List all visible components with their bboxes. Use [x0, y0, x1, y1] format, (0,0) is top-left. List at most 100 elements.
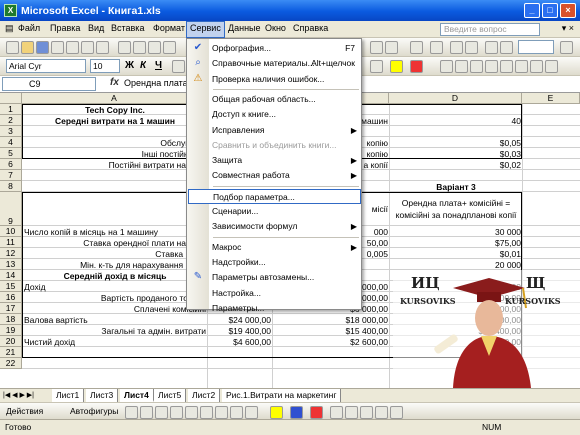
row-header-21[interactable]: 21: [0, 347, 22, 358]
tab-sheet2[interactable]: Лист2: [188, 389, 221, 402]
hyperlink-icon[interactable]: [410, 41, 423, 54]
col-header-a[interactable]: A: [22, 93, 207, 104]
menu-item-1[interactable]: Справочные материалы... Alt+щелчок: [209, 56, 361, 71]
menu-view[interactable]: Вид: [85, 23, 107, 33]
row-header-4[interactable]: 4: [0, 137, 22, 148]
arrow-style-icon[interactable]: [360, 406, 373, 419]
minimize-button[interactable]: _: [524, 3, 540, 18]
row-header-16[interactable]: 16: [0, 292, 22, 303]
menu-item-16[interactable]: Надстройки...: [209, 255, 361, 270]
cell-A6[interactable]: Постійні витрати на 1 ма: [24, 160, 206, 170]
fill-color-draw-icon[interactable]: [270, 406, 283, 419]
fx-icon[interactable]: fx: [110, 77, 119, 88]
italic-button[interactable]: К: [140, 61, 146, 71]
undo-icon[interactable]: [370, 41, 383, 54]
permission-icon[interactable]: [51, 41, 64, 54]
font-color-draw-icon[interactable]: [310, 406, 323, 419]
menu-insert[interactable]: Вставка: [108, 23, 147, 33]
row-header-10[interactable]: 10: [0, 226, 22, 237]
3d-icon[interactable]: [390, 406, 403, 419]
chart-icon[interactable]: [440, 60, 453, 73]
row-header-7[interactable]: 7: [0, 170, 22, 181]
col-header-e[interactable]: E: [522, 93, 580, 104]
menu-item-19[interactable]: Параметры...: [209, 301, 361, 316]
spellcheck-icon[interactable]: [96, 41, 109, 54]
new-icon[interactable]: [6, 41, 19, 54]
menu-data[interactable]: Данные: [225, 23, 264, 33]
tab-sheet5[interactable]: Лист5: [154, 389, 187, 402]
paste-icon[interactable]: [148, 41, 161, 54]
shadow-icon[interactable]: [375, 406, 388, 419]
wordart-icon[interactable]: [200, 406, 213, 419]
cell-D6[interactable]: $0,02: [391, 160, 521, 170]
actions-menu[interactable]: Действия: [6, 406, 43, 416]
open-icon[interactable]: [21, 41, 34, 54]
row-header-3[interactable]: 3: [0, 126, 22, 137]
maximize-button[interactable]: □: [542, 3, 558, 18]
menu-item-12[interactable]: Сценарии...: [209, 204, 361, 219]
select-all-corner[interactable]: [0, 93, 22, 104]
row-header-15[interactable]: 15: [0, 281, 22, 292]
autoshapes-menu[interactable]: Автофигуры: [70, 406, 118, 416]
row-header-18[interactable]: 18: [0, 314, 22, 325]
menu-item-15[interactable]: Макрос ▶: [209, 240, 361, 255]
textbox-icon[interactable]: [185, 406, 198, 419]
row-header-17[interactable]: 17: [0, 303, 22, 314]
row-header-6[interactable]: 6: [0, 159, 22, 170]
menu-item-5[interactable]: Доступ к книге...: [209, 107, 361, 122]
menu-item-2[interactable]: Проверка наличия ошибок...: [209, 72, 361, 87]
list-icon[interactable]: [500, 60, 513, 73]
row-header-2[interactable]: 2: [0, 115, 22, 126]
save-icon[interactable]: [36, 41, 49, 54]
control-icon[interactable]: [485, 60, 498, 73]
rectangle-icon[interactable]: [155, 406, 168, 419]
help-icon[interactable]: [560, 41, 573, 54]
font-color-icon[interactable]: [410, 60, 423, 73]
align-left-icon[interactable]: [172, 60, 185, 73]
tab-chart[interactable]: Рис.1.Витрати на маркетинг: [222, 389, 342, 402]
formula-input[interactable]: Орендна плата: [124, 78, 188, 88]
format-painter-icon[interactable]: [163, 41, 176, 54]
row-header-13[interactable]: 13: [0, 259, 22, 270]
line-icon[interactable]: [125, 406, 138, 419]
row-header-19[interactable]: 19: [0, 325, 22, 336]
row-header-12[interactable]: 12: [0, 248, 22, 259]
menu-file[interactable]: Файл: [15, 23, 43, 33]
menu-item-18[interactable]: Настройка...: [209, 286, 361, 301]
tab-sheet1[interactable]: Лист1: [52, 389, 85, 402]
bold-button[interactable]: Ж: [125, 61, 134, 71]
chart-wizard-icon[interactable]: [485, 41, 498, 54]
font-size-select[interactable]: 10: [90, 59, 120, 73]
doc-close-icon[interactable]: ▾ ×: [562, 23, 574, 34]
menu-item-8[interactable]: Защита ▶: [209, 153, 361, 168]
sort-desc-icon[interactable]: [465, 41, 478, 54]
menu-window[interactable]: Окно: [262, 23, 289, 33]
row-header-9[interactable]: 9: [0, 192, 22, 226]
col-header-d[interactable]: D: [389, 93, 522, 104]
preview-icon[interactable]: [81, 41, 94, 54]
sort-asc-icon[interactable]: [450, 41, 463, 54]
copy-icon[interactable]: [133, 41, 146, 54]
borders-icon[interactable]: [370, 60, 383, 73]
properties-icon[interactable]: [530, 60, 543, 73]
close-button[interactable]: ×: [560, 3, 576, 18]
menu-item-0[interactable]: Орфография... F7: [209, 41, 361, 56]
print-icon[interactable]: [66, 41, 79, 54]
dash-style-icon[interactable]: [345, 406, 358, 419]
row-header-8[interactable]: 8: [0, 181, 22, 192]
tab-sheet4[interactable]: Лист4: [120, 389, 154, 402]
menu-item-9[interactable]: Совместная работа ▶: [209, 168, 361, 183]
code-icon[interactable]: [545, 60, 558, 73]
picture-icon[interactable]: [245, 406, 258, 419]
menu-item-13[interactable]: Зависимости формул ▶: [209, 219, 361, 234]
help-question-input[interactable]: Введите вопрос: [440, 23, 540, 36]
menu-format[interactable]: Формат: [150, 23, 188, 33]
clipart-icon[interactable]: [230, 406, 243, 419]
font-name-select[interactable]: Arial Cyr: [6, 59, 86, 73]
cell-D8[interactable]: Варіант 3: [391, 182, 521, 192]
row-header-14[interactable]: 14: [0, 270, 22, 281]
name-box[interactable]: C9: [2, 77, 96, 91]
drawing-icon[interactable]: [500, 41, 513, 54]
cut-icon[interactable]: [118, 41, 131, 54]
arrow-icon[interactable]: [140, 406, 153, 419]
